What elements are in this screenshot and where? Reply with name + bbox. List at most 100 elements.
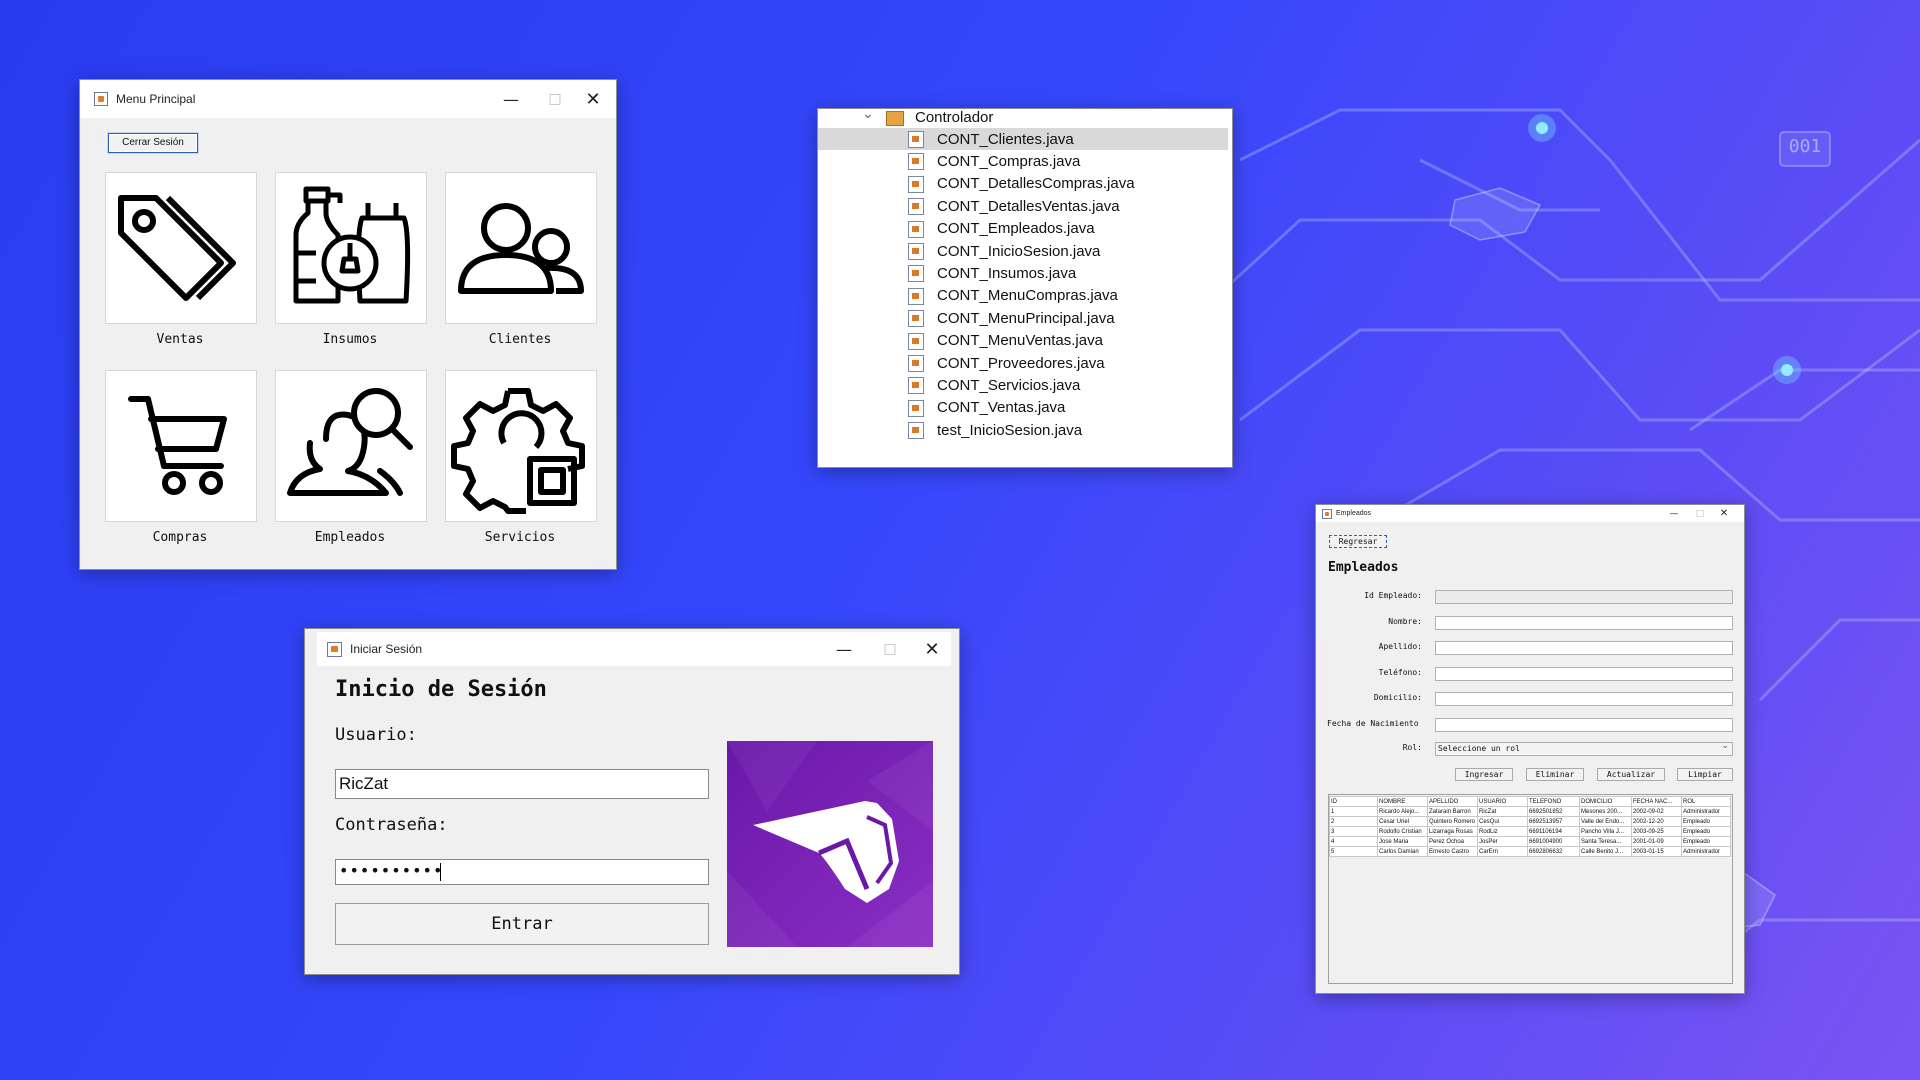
tree-file-label: CONT_Insumos.java	[937, 264, 1077, 282]
tree-file-item[interactable]: CONT_Insumos.java	[818, 262, 1232, 284]
tree-file-label: CONT_Compras.java	[937, 152, 1081, 170]
tree-file-item[interactable]: CONT_Empleados.java	[818, 218, 1232, 240]
table-cell: Empleado	[1681, 816, 1731, 827]
table-cell: Santa Teresa...	[1579, 836, 1632, 847]
tree-file-item[interactable]: CONT_MenuVentas.java	[818, 330, 1232, 352]
tree-file-item[interactable]: CONT_DetallesVentas.java	[818, 195, 1232, 217]
tree-file-label: CONT_MenuPrincipal.java	[937, 309, 1115, 327]
table-row[interactable]: 3 Rodolfo Cristian Lizarraga Rosas RodLiz 66…	[1329, 826, 1731, 837]
actualizar-button[interactable]: Actualizar	[1597, 768, 1665, 781]
table-header-cell[interactable]: FECHA NAC...	[1631, 796, 1682, 807]
java-file-icon	[908, 399, 924, 417]
tree-file-item[interactable]: CONT_Compras.java	[818, 150, 1232, 172]
eliminar-button[interactable]: Eliminar	[1526, 768, 1584, 781]
tile-label-empleados: Empleados	[314, 530, 386, 545]
table-cell: Cesar Uriel	[1377, 816, 1428, 827]
rol-select[interactable]: Seleccione un rol ⌄	[1435, 741, 1733, 756]
tree-file-item[interactable]: CONT_Clientes.java	[818, 128, 1228, 150]
tile-servicios[interactable]	[445, 370, 597, 522]
tree-folder-row[interactable]: ⌄ Controlador	[818, 109, 1232, 127]
entrar-button[interactable]: Entrar	[335, 903, 709, 945]
menu-principal-window: Menu Principal — □ ✕ Cerrar Sesión Venta…	[80, 80, 616, 569]
login-window-title: Iniciar Sesión	[350, 642, 423, 656]
java-app-icon	[327, 641, 342, 657]
cerrar-sesion-button[interactable]: Cerrar Sesión	[108, 133, 198, 153]
fecha-nacimiento-field[interactable]	[1435, 718, 1733, 732]
apellido-label: Apellido:	[1378, 642, 1422, 651]
minimize-icon[interactable]: —	[829, 632, 859, 666]
java-file-icon	[908, 265, 924, 283]
tree-folder-label: Controlador	[915, 109, 994, 126]
table-header-cell[interactable]: TELEFONO	[1527, 796, 1580, 807]
table-cell: Carlos Damian	[1377, 846, 1428, 857]
table-row[interactable]: 2 Cesar Uriel Quintero Romero CesQui 6692513…	[1329, 816, 1731, 827]
user-input[interactable]: RicZat	[335, 769, 709, 799]
tree-file-item[interactable]: CONT_MenuPrincipal.java	[818, 307, 1232, 329]
ingresar-button[interactable]: Ingresar	[1455, 768, 1513, 781]
table-row[interactable]: 1 Ricardo Alejo... Zatarain Barron RicZat 66…	[1329, 806, 1731, 817]
close-icon[interactable]: ✕	[917, 632, 947, 666]
gear-icon	[451, 388, 585, 514]
table-header-cell[interactable]: APELLIDO	[1427, 796, 1478, 807]
telefono-field[interactable]	[1435, 667, 1733, 681]
table-cell: 2003-09-25	[1631, 826, 1682, 837]
domicilio-field[interactable]	[1435, 692, 1733, 706]
limpiar-button[interactable]: Limpiar	[1677, 768, 1733, 781]
empleados-titlebar: Empleados — □ ✕	[1316, 505, 1744, 522]
table-header-cell[interactable]: USUARIO	[1477, 796, 1528, 807]
tree-file-label: CONT_Servicios.java	[937, 376, 1081, 394]
table-cell: 2003-01-15	[1631, 846, 1682, 857]
table-cell: Valle del Endo...	[1579, 816, 1632, 827]
table-header-cell[interactable]: DOMICILIO	[1579, 796, 1632, 807]
id-empleado-label: Id Empleado:	[1364, 591, 1422, 600]
users-icon	[458, 203, 584, 294]
menu-principal-titlebar: Menu Principal — □ ✕	[80, 80, 616, 118]
regresar-button[interactable]: Regresar	[1329, 535, 1387, 548]
minimize-icon[interactable]: —	[1666, 505, 1682, 522]
maximize-icon[interactable]: □	[540, 80, 570, 118]
table-cell: Quintero Romero	[1427, 816, 1478, 827]
table-cell: Administrador	[1681, 806, 1731, 817]
chevron-down-icon[interactable]: ⌄	[862, 109, 874, 122]
java-file-icon	[908, 243, 924, 260]
password-input[interactable]: ••••••••••	[335, 859, 709, 885]
tile-insumos[interactable]	[275, 172, 427, 324]
package-icon	[886, 111, 904, 126]
nombre-field[interactable]	[1435, 616, 1733, 630]
java-file-icon	[908, 287, 924, 305]
java-file-icon	[908, 198, 924, 216]
table-header-cell[interactable]: ROL	[1681, 796, 1731, 807]
table-cell: 6692806632	[1527, 846, 1580, 857]
tree-file-item[interactable]: CONT_InicioSesion.java	[818, 240, 1232, 262]
tile-label-compras: Compras	[152, 530, 208, 545]
tree-file-item[interactable]: CONT_Ventas.java	[818, 397, 1232, 419]
minimize-icon[interactable]: —	[496, 80, 526, 118]
apellido-field[interactable]	[1435, 641, 1733, 655]
tree-file-item[interactable]: CONT_Servicios.java	[818, 374, 1232, 396]
tree-file-item[interactable]: CONT_MenuCompras.java	[818, 285, 1232, 307]
table-row[interactable]: 4 Jose Maria Perez Ochoa JosPer 6691004900 Sa…	[1329, 836, 1731, 847]
tree-file-label: CONT_InicioSesion.java	[937, 242, 1101, 260]
domicilio-label: Domicilio:	[1373, 693, 1422, 702]
tile-clientes[interactable]	[445, 172, 597, 324]
close-icon[interactable]: ✕	[578, 80, 608, 118]
tile-compras[interactable]	[105, 370, 257, 522]
table-header-cell[interactable]: ID	[1329, 796, 1378, 807]
id-empleado-field	[1435, 590, 1733, 604]
tile-empleados[interactable]	[275, 370, 427, 522]
table-cell: Ernesto Castro	[1427, 846, 1478, 857]
table-cell: Pancho Villa J...	[1579, 826, 1632, 837]
tree-file-item[interactable]: CONT_DetallesCompras.java	[818, 173, 1232, 195]
table-cell: JosPer	[1477, 836, 1528, 847]
tree-file-label: CONT_DetallesCompras.java	[937, 175, 1135, 193]
tree-file-item[interactable]: CONT_Proveedores.java	[818, 352, 1232, 374]
table-cell: Jose Maria	[1377, 836, 1428, 847]
table-header-cell[interactable]: NOMBRE	[1377, 796, 1428, 807]
login-titlebar: Iniciar Sesión — □ ✕	[317, 632, 951, 666]
tile-ventas[interactable]	[105, 172, 257, 324]
tree-file-item[interactable]: test_InicioSesion.java	[818, 419, 1232, 441]
maximize-icon[interactable]: □	[875, 632, 905, 666]
close-icon[interactable]: ✕	[1716, 505, 1732, 522]
maximize-icon[interactable]: □	[1692, 505, 1708, 522]
table-row[interactable]: 5 Carlos Damian Ernesto Castro CarErn 669280…	[1329, 846, 1731, 857]
